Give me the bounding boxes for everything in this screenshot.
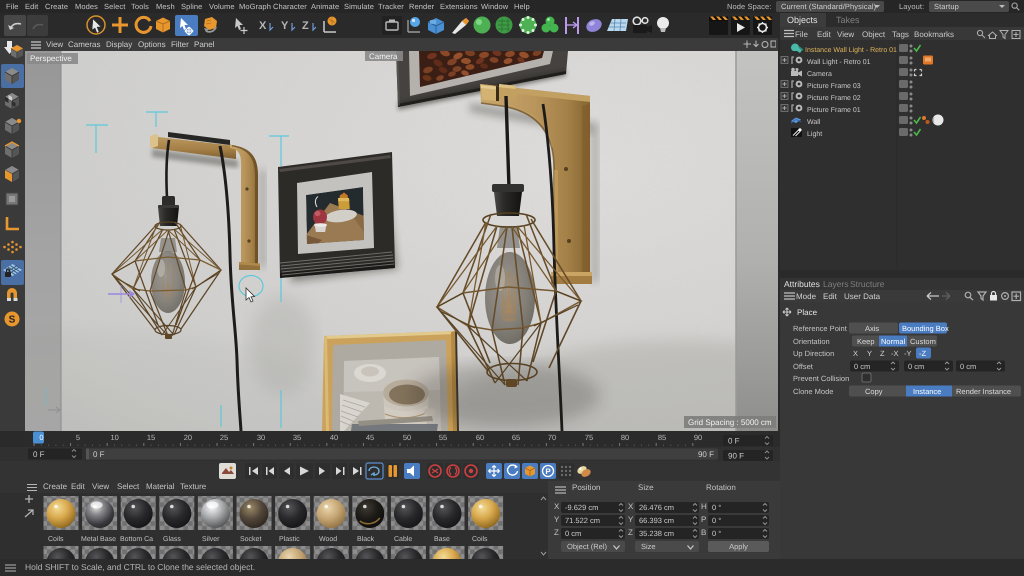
svg-text:Copy: Copy: [865, 387, 883, 396]
svg-text:P: P: [545, 467, 551, 476]
svg-text:Z: Z: [302, 20, 309, 32]
svg-text:85: 85: [658, 433, 666, 442]
svg-text:X: X: [259, 20, 267, 32]
svg-text:Wall Light - Retro 01: Wall Light - Retro 01: [807, 58, 871, 66]
svg-text:70: 70: [548, 433, 556, 442]
svg-text:Clone Mode: Clone Mode: [793, 387, 833, 396]
svg-text:View: View: [837, 30, 854, 39]
svg-text:0: 0: [39, 433, 43, 442]
svg-text:45: 45: [366, 433, 374, 442]
svg-text:Render Instance: Render Instance: [956, 387, 1011, 396]
svg-text:0 F: 0 F: [728, 437, 740, 446]
svg-text:20: 20: [184, 433, 192, 442]
svg-text:Layers: Layers: [823, 279, 849, 289]
svg-text:Light: Light: [807, 130, 822, 138]
svg-text:Object: Object: [862, 30, 886, 39]
svg-text:10: 10: [111, 433, 119, 442]
svg-text:90 F: 90 F: [728, 452, 744, 461]
svg-text:Offset: Offset: [793, 362, 814, 371]
svg-text:Picture Frame 01: Picture Frame 01: [807, 106, 861, 114]
svg-text:Y: Y: [281, 20, 289, 32]
svg-text:30: 30: [257, 433, 265, 442]
svg-text:Y: Y: [867, 349, 872, 358]
svg-text:Normal: Normal: [881, 337, 906, 346]
svg-text:35: 35: [293, 433, 301, 442]
svg-text:Up Direction: Up Direction: [793, 349, 834, 358]
svg-text:Socket: Socket: [240, 535, 261, 543]
svg-text:Keep: Keep: [857, 337, 875, 346]
svg-text:Grid Spacing : 5000 cm: Grid Spacing : 5000 cm: [688, 418, 772, 427]
svg-text:Instance Wall Light - Retro 01: Instance Wall Light - Retro 01: [805, 46, 897, 54]
svg-text:Tags: Tags: [892, 30, 909, 39]
svg-text:Prevent Collision: Prevent Collision: [793, 374, 849, 383]
svg-text:50: 50: [403, 433, 411, 442]
svg-text:90 F: 90 F: [698, 450, 714, 459]
svg-text:Mode: Mode: [796, 292, 817, 301]
svg-text:Glass: Glass: [163, 535, 181, 543]
svg-text:S: S: [9, 315, 16, 326]
svg-text:Reference Point: Reference Point: [793, 324, 848, 333]
svg-text:60: 60: [476, 433, 484, 442]
svg-text:Silver: Silver: [202, 535, 220, 543]
svg-text:Takes: Takes: [836, 15, 860, 25]
svg-text:Attributes: Attributes: [784, 279, 820, 289]
svg-text:Picture Frame 02: Picture Frame 02: [807, 94, 861, 102]
svg-text:Structure: Structure: [850, 279, 885, 289]
svg-text:65: 65: [512, 433, 520, 442]
svg-text:Bookmarks: Bookmarks: [914, 30, 954, 39]
svg-text:Edit: Edit: [823, 292, 838, 301]
svg-text:Instance: Instance: [913, 387, 941, 396]
svg-text:Plastic: Plastic: [279, 535, 300, 543]
svg-text:Objects: Objects: [787, 15, 818, 25]
svg-text:-Z: -Z: [919, 349, 926, 358]
svg-text:Edit: Edit: [817, 30, 832, 39]
svg-text:Black: Black: [357, 535, 375, 543]
svg-text:-Y: -Y: [904, 349, 912, 358]
svg-text:Cable: Cable: [394, 535, 412, 543]
svg-text:Axis: Axis: [865, 324, 879, 333]
svg-text:40: 40: [330, 433, 338, 442]
svg-text:55: 55: [439, 433, 447, 442]
svg-text:0 cm: 0 cm: [854, 362, 870, 371]
svg-text:Camera: Camera: [807, 71, 832, 78]
svg-text:Base: Base: [434, 536, 450, 543]
svg-text:-X: -X: [891, 349, 899, 358]
svg-text:75: 75: [585, 433, 593, 442]
svg-text:Coils: Coils: [472, 535, 488, 543]
svg-text:Wall: Wall: [807, 118, 821, 126]
svg-text:Z: Z: [880, 349, 885, 358]
svg-text:Custom: Custom: [910, 337, 936, 346]
svg-text:Bounding Box: Bounding Box: [902, 324, 949, 333]
svg-text:Camera: Camera: [369, 52, 398, 61]
svg-text:File: File: [795, 30, 808, 39]
svg-text:Perspective: Perspective: [30, 54, 72, 63]
svg-text:X: X: [853, 349, 858, 358]
svg-text:80: 80: [621, 433, 629, 442]
svg-text:90: 90: [694, 433, 702, 442]
svg-text:Orientation: Orientation: [793, 337, 830, 346]
svg-text:0 cm: 0 cm: [960, 362, 976, 371]
svg-text:Coils: Coils: [48, 535, 64, 543]
svg-text:25: 25: [220, 433, 228, 442]
svg-text:Picture Frame 03: Picture Frame 03: [807, 82, 861, 90]
svg-text:0 F: 0 F: [93, 450, 105, 459]
svg-text:0 F: 0 F: [33, 450, 45, 459]
svg-text:Place: Place: [797, 308, 818, 317]
svg-text:5: 5: [76, 433, 80, 442]
svg-text:Bottom Ca: Bottom Ca: [120, 536, 153, 543]
svg-text:15: 15: [147, 433, 155, 442]
svg-text:0 cm: 0 cm: [908, 362, 924, 371]
svg-text:Metal Base: Metal Base: [81, 535, 116, 543]
svg-text:Wood: Wood: [319, 535, 337, 543]
svg-text:User Data: User Data: [844, 292, 881, 301]
